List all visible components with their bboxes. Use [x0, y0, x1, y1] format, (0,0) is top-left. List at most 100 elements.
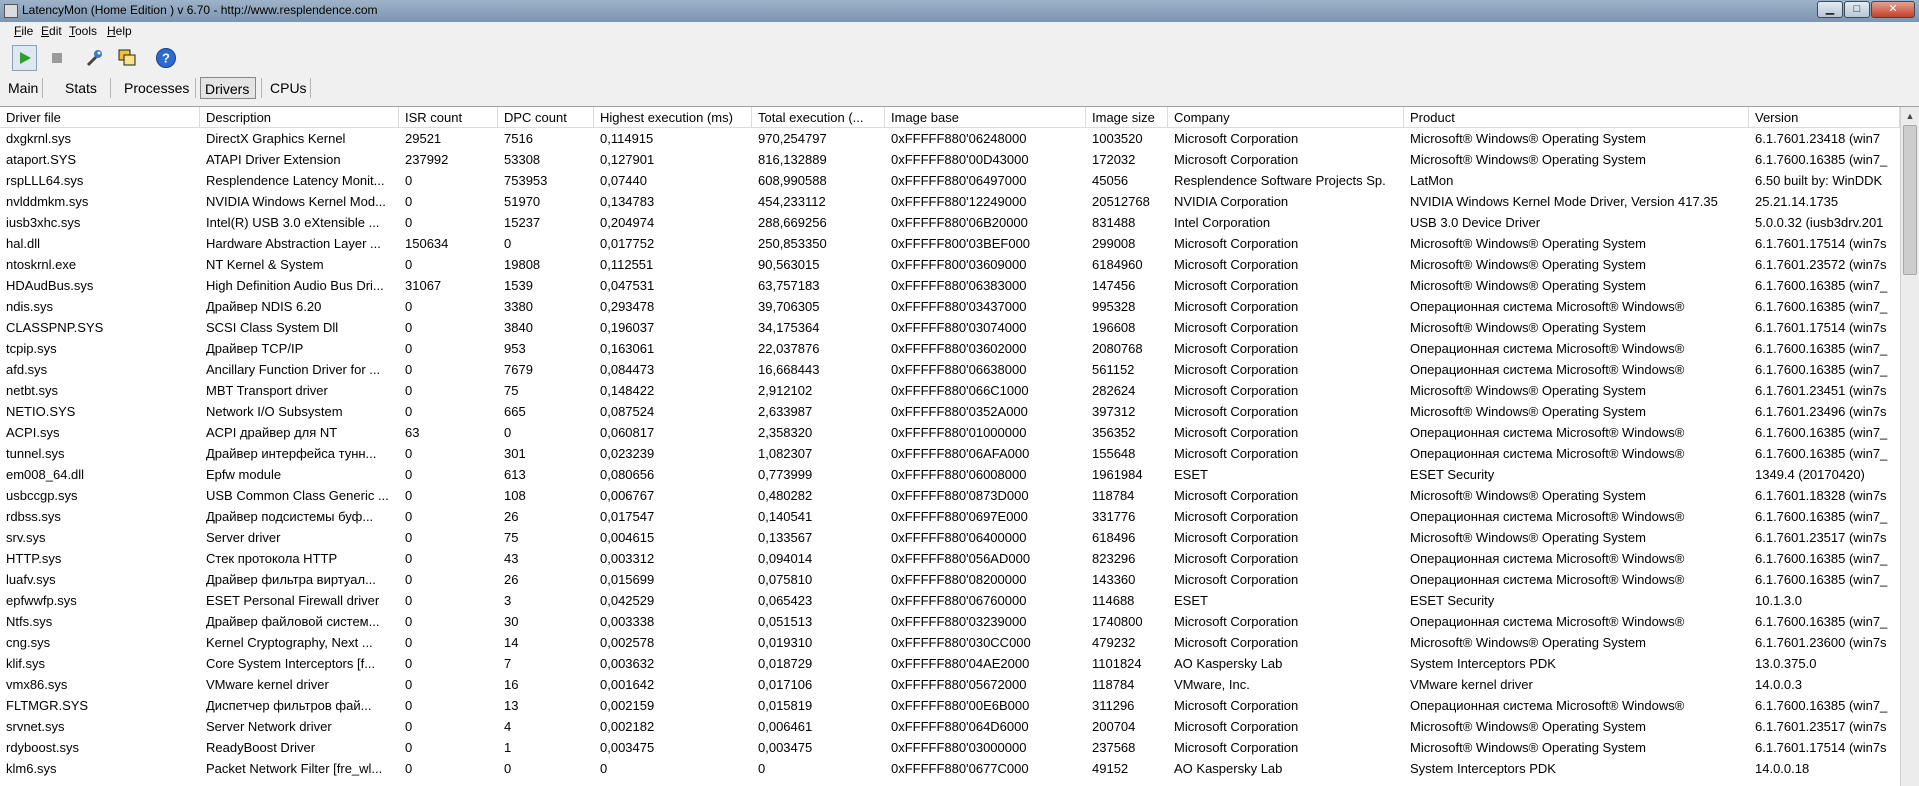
table-row[interactable]: ACPI.sys ACPI драйвер для NT 63 0 0,060817 2,… — [0, 422, 1900, 443]
version-cell: 6.50 built by: WinDDK — [1755, 173, 1883, 188]
isr-count-cell: 0 — [405, 530, 413, 545]
image-size-cell: 397312 — [1092, 404, 1136, 419]
description-cell: Драйвер интерфейса тунн... — [206, 446, 377, 461]
tab-main[interactable]: Main — [4, 77, 42, 99]
table-row[interactable]: luafv.sys Драйвер фильтра виртуал... 0 26 0,… — [0, 569, 1900, 590]
menu-tools[interactable]: Tools — [69, 24, 97, 38]
isr-count-cell: 31067 — [405, 278, 442, 293]
menu-file-label: ile — [21, 24, 34, 38]
image-size-cell: 147456 — [1092, 278, 1136, 293]
stop-button[interactable] — [44, 45, 69, 71]
close-button[interactable]: ✕ — [1871, 1, 1915, 18]
table-row[interactable]: HDAudBus.sys High Definition Audio Bus Dr… — [0, 275, 1900, 296]
table-row[interactable]: vmx86.sys VMware kernel driver 0 16 0,001642… — [0, 674, 1900, 695]
description-cell: Core System Interceptors [f... — [206, 656, 376, 671]
table-row[interactable]: NETIO.SYS Network I/O Subsystem 0 665 0,0875… — [0, 401, 1900, 422]
driver-file-cell: luafv.sys — [6, 572, 56, 587]
table-row[interactable]: srvnet.sys Server Network driver 0 4 0,00218… — [0, 716, 1900, 737]
menu-help[interactable]: Help — [107, 24, 132, 38]
company-cell: Intel Corporation — [1174, 215, 1271, 230]
scroll-up-arrow[interactable]: ▲ — [1902, 108, 1918, 124]
title-bar[interactable]: LatencyMon (Home Edition ) v 6.70 - http… — [0, 0, 1919, 22]
table-row[interactable]: epfwwfp.sys ESET Personal Firewall driver… — [0, 590, 1900, 611]
column-header-isr-count[interactable]: ISR count — [399, 107, 498, 128]
tab-processes[interactable]: Processes — [120, 77, 193, 99]
table-row[interactable]: em008_64.dll Epfw module 0 613 0,080656 0,773… — [0, 464, 1900, 485]
column-header-product[interactable]: Product — [1404, 107, 1749, 128]
column-header-dpc-count[interactable]: DPC count — [498, 107, 594, 128]
version-cell: 6.1.7601.23517 (win7s — [1755, 719, 1887, 734]
table-row[interactable]: dxgkrnl.sys DirectX Graphics Kernel 29521 7… — [0, 128, 1900, 149]
version-cell: 6.1.7601.23496 (win7s — [1755, 404, 1887, 419]
column-header-highest-execution[interactable]: Highest execution (ms) — [594, 107, 752, 128]
column-header-image-base[interactable]: Image base — [885, 107, 1086, 128]
highest-execution-cell: 0,002578 — [600, 635, 655, 650]
table-row[interactable]: Ntfs.sys Драйвер файловой систем... 0 30 0,0… — [0, 611, 1900, 632]
total-execution-cell: 970,254797 — [758, 131, 827, 146]
description-cell: NVIDIA Windows Kernel Mod... — [206, 194, 386, 209]
column-header-total-execution[interactable]: Total execution (... — [752, 107, 885, 128]
minimize-button[interactable]: ▁ — [1817, 1, 1843, 18]
column-header-driver-file[interactable]: Driver file — [0, 107, 200, 128]
isr-count-cell: 0 — [405, 194, 413, 209]
table-row[interactable]: HTTP.sys Стек протокола HTTP 0 43 0,003312 0,… — [0, 548, 1900, 569]
vertical-scrollbar[interactable]: ▲ — [1900, 107, 1919, 786]
table-row[interactable]: rdyboost.sys ReadyBoost Driver 0 1 0,003475 0… — [0, 737, 1900, 758]
table-row[interactable]: klif.sys Core System Interceptors [f... 0 7… — [0, 653, 1900, 674]
table-row[interactable]: tunnel.sys Драйвер интерфейса тунн... 0 301… — [0, 443, 1900, 464]
isr-count-cell: 0 — [405, 404, 413, 419]
table-row[interactable]: CLASSPNP.SYS SCSI Class System Dll 0 3840 0,… — [0, 317, 1900, 338]
table-row[interactable]: rspLLL64.sys Resplendence Latency Monit..… — [0, 170, 1900, 191]
drivers-table[interactable]: Driver file Description ISR count DPC count… — [0, 106, 1919, 786]
version-cell: 6.1.7601.17514 (win7s — [1755, 320, 1887, 335]
tab-cpus[interactable]: CPUs — [266, 77, 311, 99]
table-row[interactable]: hal.dll Hardware Abstraction Layer ... 150… — [0, 233, 1900, 254]
menu-file[interactable]: File — [14, 24, 33, 38]
column-header-version[interactable]: Version — [1749, 107, 1900, 128]
column-header-image-size[interactable]: Image size — [1086, 107, 1168, 128]
driver-file-cell: rdyboost.sys — [6, 740, 79, 755]
table-row[interactable]: iusb3xhc.sys Intel(R) USB 3.0 eXtensible … — [0, 212, 1900, 233]
start-button[interactable] — [12, 45, 37, 71]
table-row[interactable]: rdbss.sys Драйвер подсистемы буф... 0 26 0,0… — [0, 506, 1900, 527]
version-cell: 5.0.0.32 (iusb3drv.201 — [1755, 215, 1884, 230]
help-button[interactable]: ? — [153, 45, 178, 71]
company-cell: Microsoft Corporation — [1174, 551, 1299, 566]
table-row[interactable]: afd.sys Ancillary Function Driver for ...… — [0, 359, 1900, 380]
description-cell: MBT Transport driver — [206, 383, 328, 398]
total-execution-cell: 0,006461 — [758, 719, 813, 734]
column-header-company[interactable]: Company — [1168, 107, 1404, 128]
product-cell: System Interceptors PDK — [1410, 761, 1556, 776]
company-cell: Microsoft Corporation — [1174, 278, 1299, 293]
table-row[interactable]: klm6.sys Packet Network Filter [fre_wl...… — [0, 758, 1900, 779]
table-row[interactable]: usbccgp.sys USB Common Class Generic ... 0… — [0, 485, 1900, 506]
table-row[interactable]: srv.sys Server driver 0 75 0,004615 0,133567 0… — [0, 527, 1900, 548]
maximize-button[interactable]: □ — [1844, 1, 1870, 18]
product-cell: Microsoft® Windows® Operating System — [1410, 278, 1646, 293]
options-button[interactable] — [82, 45, 107, 71]
dpc-count-cell: 7 — [504, 656, 512, 671]
table-row[interactable]: cng.sys Kernel Cryptography, Next ... 0 14 0… — [0, 632, 1900, 653]
tab-stats[interactable]: Stats — [61, 77, 101, 99]
company-cell: Resplendence Software Projects Sp. — [1174, 173, 1386, 188]
app-icon[interactable] — [4, 4, 18, 18]
table-row[interactable]: FLTMGR.SYS Диспетчер фильтров фай... 0 13 0,… — [0, 695, 1900, 716]
image-size-cell: 1961984 — [1092, 467, 1143, 482]
table-row[interactable]: ntoskrnl.exe NT Kernel & System 0 19808 0,11… — [0, 254, 1900, 275]
tab-drivers[interactable]: Drivers — [200, 77, 256, 99]
image-base-cell: 0xFFFFF880'0697E000 — [891, 509, 1028, 524]
version-cell: 6.1.7601.23572 (win7s — [1755, 257, 1887, 272]
table-row[interactable]: netbt.sys MBT Transport driver 0 75 0,148422… — [0, 380, 1900, 401]
column-header-description[interactable]: Description — [200, 107, 399, 128]
table-row[interactable]: nvlddmkm.sys NVIDIA Windows Kernel Mod...… — [0, 191, 1900, 212]
menu-edit[interactable]: Edit — [41, 24, 62, 38]
company-cell: AO Kaspersky Lab — [1174, 656, 1283, 671]
highest-execution-cell: 0,003632 — [600, 656, 655, 671]
table-row[interactable]: ataport.SYS ATAPI Driver Extension 237992 5… — [0, 149, 1900, 170]
table-row[interactable]: tcpip.sys Драйвер TCP/IP 0 953 0,163061 22,03… — [0, 338, 1900, 359]
copy-button[interactable] — [114, 45, 139, 71]
table-row[interactable]: ndis.sys Драйвер NDIS 6.20 0 3380 0,293478 39… — [0, 296, 1900, 317]
scroll-thumb[interactable] — [1903, 125, 1917, 275]
image-base-cell: 0xFFFFF880'03000000 — [891, 740, 1027, 755]
dpc-count-cell: 7679 — [504, 362, 533, 377]
